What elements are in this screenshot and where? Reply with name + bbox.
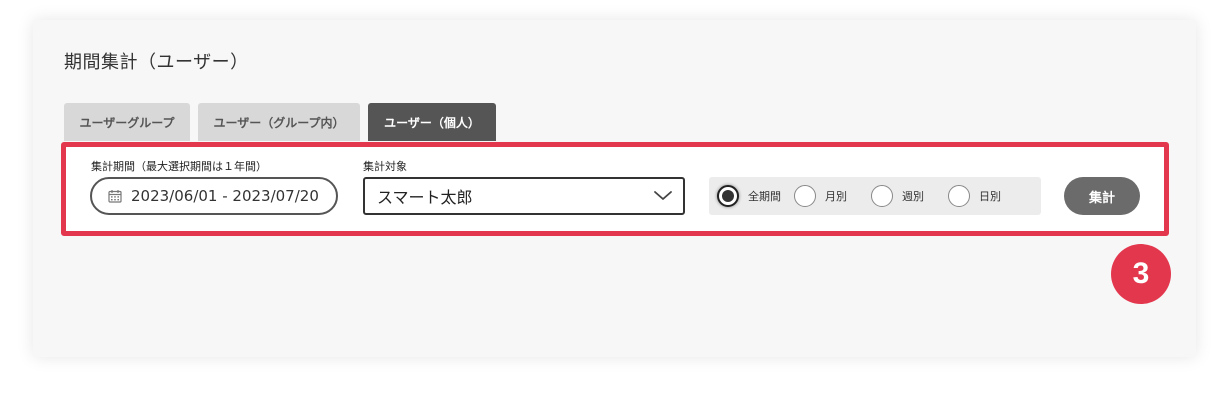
target-select[interactable]: スマート太郎	[363, 177, 685, 215]
radio-option-monthly[interactable]: 月別	[794, 185, 858, 207]
radio-daily[interactable]	[948, 185, 970, 207]
radio-option-weekly[interactable]: 週別	[871, 185, 935, 207]
date-range-value: 2023/06/01 - 2023/07/20	[131, 187, 319, 205]
radio-selected-dot	[722, 190, 734, 202]
aggregate-button[interactable]: 集計	[1064, 177, 1140, 215]
period-label: 集計期間（最大選択期間は１年間）	[91, 160, 267, 173]
tab-user-in-group[interactable]: ユーザー（グループ内）	[198, 103, 360, 141]
radio-option-all-period[interactable]: 全期間	[717, 185, 781, 207]
date-range-input[interactable]: 2023/06/01 - 2023/07/20	[90, 177, 338, 215]
step-number-badge: 3	[1111, 244, 1171, 304]
tab-user-group[interactable]: ユーザーグループ	[64, 103, 190, 141]
target-label: 集計対象	[363, 160, 407, 173]
radio-all-period[interactable]	[717, 185, 739, 207]
filter-form: 集計期間（最大選択期間は１年間） 2023/06/01 - 2023/07/20…	[61, 142, 1169, 236]
tab-bar: ユーザーグループ ユーザー（グループ内） ユーザー（個人）	[64, 103, 496, 141]
tab-user-individual[interactable]: ユーザー（個人）	[368, 103, 496, 141]
page-title: 期間集計（ユーザー）	[64, 52, 249, 73]
radio-weekly[interactable]	[871, 185, 893, 207]
radio-label-weekly: 週別	[902, 190, 924, 203]
radio-option-daily[interactable]: 日別	[948, 185, 1012, 207]
radio-label-all-period: 全期間	[748, 190, 781, 203]
target-select-value: スマート太郎	[377, 188, 473, 207]
radio-monthly[interactable]	[794, 185, 816, 207]
radio-label-daily: 日別	[979, 190, 1001, 203]
granularity-radio-group: 全期間 月別 週別 日別	[709, 177, 1041, 215]
calendar-icon	[108, 190, 122, 203]
radio-label-monthly: 月別	[825, 190, 847, 203]
chevron-down-icon	[654, 191, 672, 200]
